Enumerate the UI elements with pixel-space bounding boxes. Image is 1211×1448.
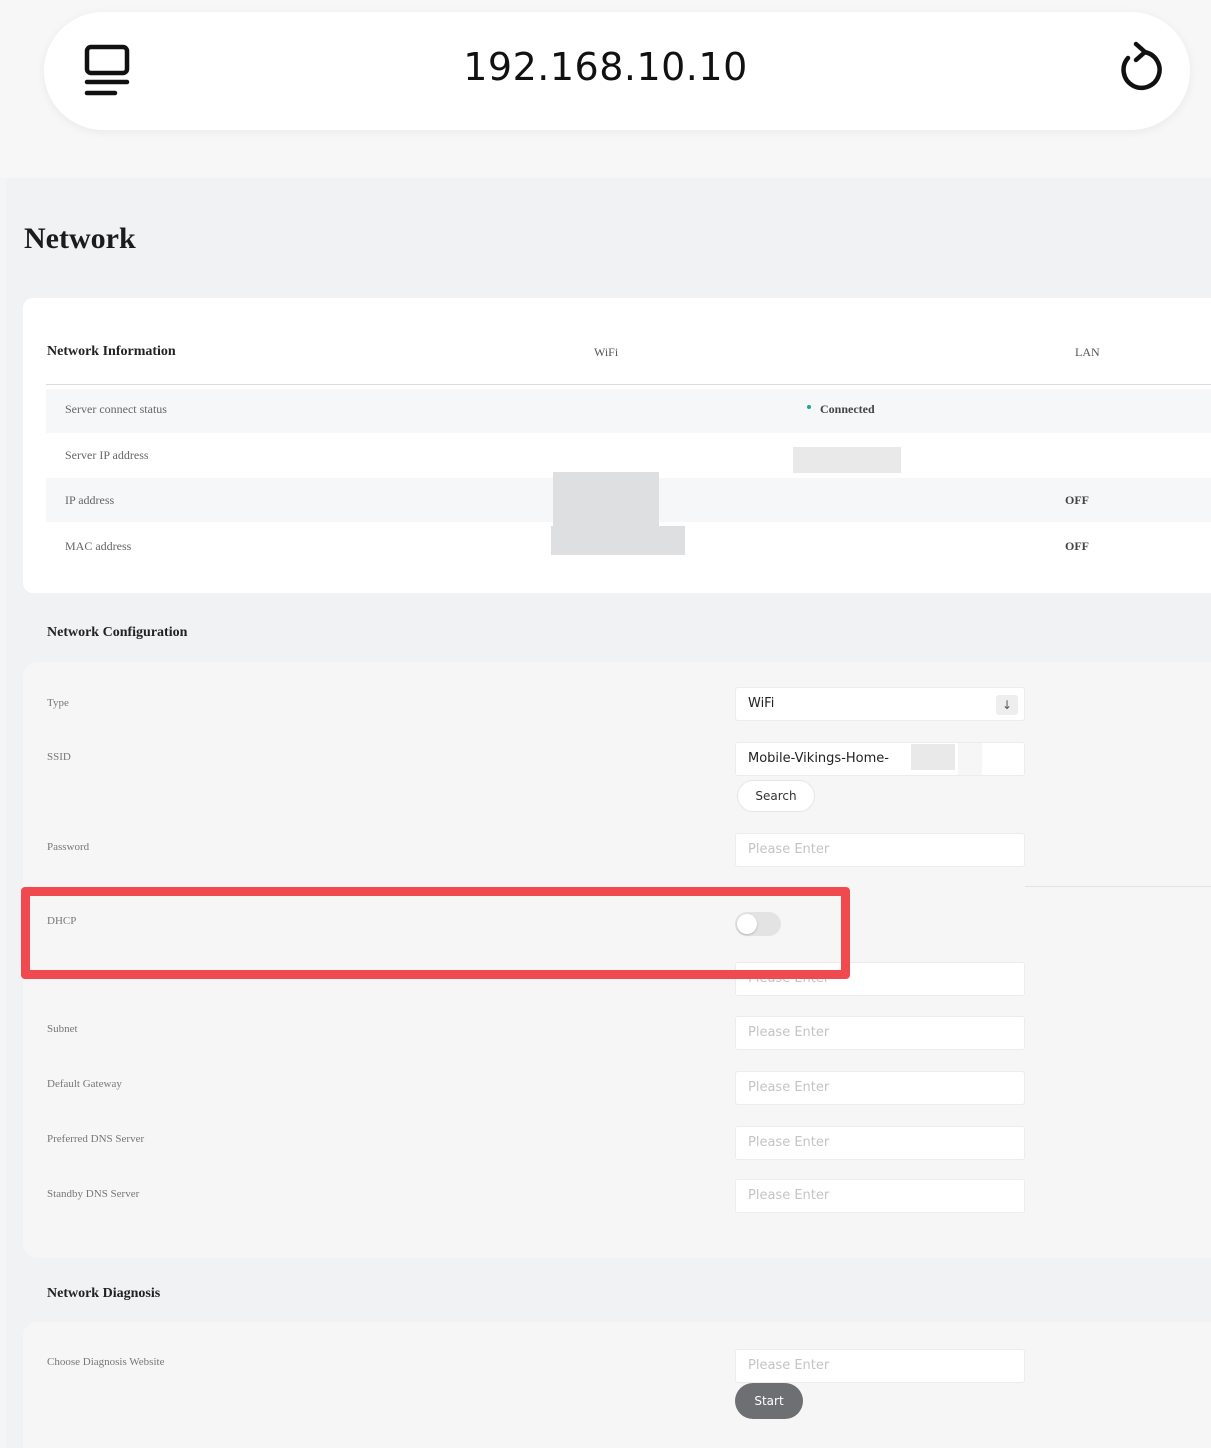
table-row	[46, 389, 1211, 433]
search-button[interactable]: Search	[737, 780, 815, 812]
server-ip-label: Server IP address	[65, 448, 149, 462]
ip-address-label: IP address	[65, 493, 115, 507]
password-label: Password	[47, 841, 90, 853]
password-input[interactable]: Please Enter	[735, 833, 1025, 867]
reload-icon[interactable]	[1114, 40, 1166, 98]
server-status-label: Server connect status	[65, 402, 167, 416]
type-label: Type	[47, 697, 69, 709]
subnet-label: Subnet	[47, 1023, 78, 1035]
standby-dns-label: Standby DNS Server	[47, 1188, 140, 1200]
url-text[interactable]: 192.168.10.10	[0, 45, 1211, 89]
preferred-dns-label: Preferred DNS Server	[47, 1133, 145, 1145]
column-lan: LAN	[1075, 345, 1100, 359]
start-button[interactable]: Start	[735, 1383, 803, 1419]
server-status-value: Connected	[820, 402, 875, 416]
config-divider	[1025, 886, 1211, 887]
gateway-input[interactable]: Please Enter	[735, 1071, 1025, 1105]
page-title: Network	[24, 222, 136, 255]
network-configuration-heading: Network Configuration	[47, 625, 188, 640]
network-diagnosis-panel	[23, 1322, 1211, 1448]
ssid-label: SSID	[47, 751, 71, 763]
redacted-mac-address	[551, 526, 685, 555]
subnet-input[interactable]: Please Enter	[735, 1016, 1025, 1050]
column-wifi: WiFi	[594, 345, 619, 359]
redacted-ssid-suffix	[911, 744, 955, 770]
network-diagnosis-heading: Network Diagnosis	[47, 1286, 161, 1301]
preferred-dns-input[interactable]: Please Enter	[735, 1126, 1025, 1160]
ssid-gap	[958, 743, 982, 775]
gateway-label: Default Gateway	[47, 1078, 122, 1090]
network-information-heading: Network Information	[47, 344, 176, 359]
redacted-server-ip	[793, 447, 901, 473]
standby-dns-input[interactable]: Please Enter	[735, 1179, 1025, 1213]
mac-address-label: MAC address	[65, 539, 132, 553]
type-select[interactable]: WiFi	[735, 687, 1025, 721]
diagnosis-website-input[interactable]: Please Enter	[735, 1349, 1025, 1383]
status-dot	[807, 405, 811, 409]
ip-address-lan-value: OFF	[1065, 493, 1089, 507]
table-divider	[46, 384, 1211, 385]
diagnosis-website-label: Choose Diagnosis Website	[47, 1356, 165, 1368]
mac-address-lan-value: OFF	[1065, 539, 1089, 553]
highlight-box	[21, 887, 850, 979]
chevron-down-icon[interactable]: ↓	[996, 695, 1018, 715]
redacted-ip-address	[553, 472, 659, 526]
